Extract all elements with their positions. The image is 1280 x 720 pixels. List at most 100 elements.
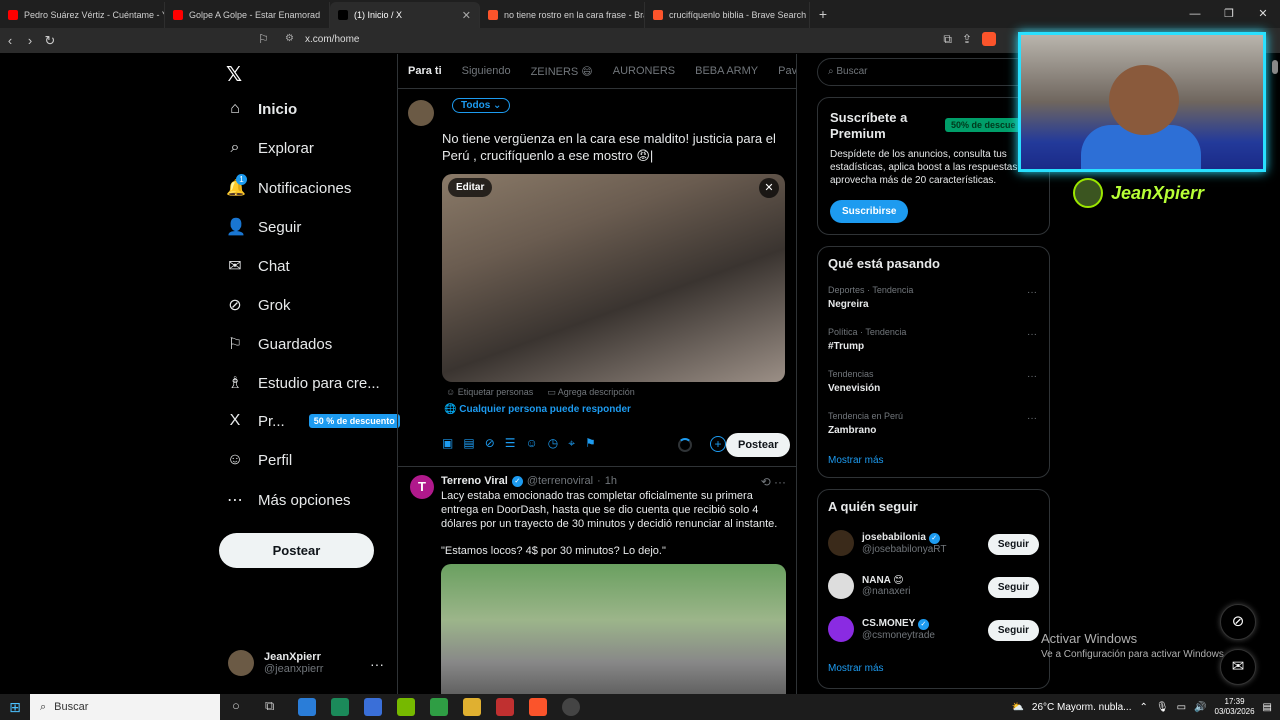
poll-icon[interactable]: ☰: [505, 436, 516, 451]
follow-suggestion[interactable]: josebabilonia ✓ @josebabilonyaRT: [828, 530, 946, 556]
folder-icon[interactable]: [463, 698, 481, 716]
trend-item[interactable]: Deportes · Tendencia Negreira: [828, 285, 913, 310]
nav-item-grok[interactable]: ⊘ Grok: [226, 295, 290, 315]
nav-item-seguir[interactable]: 👤 Seguir: [226, 217, 301, 237]
nav-item-pr[interactable]: X Pr... 50 % de descuento: [226, 412, 400, 430]
nav-item-explorar[interactable]: ⌕ Explorar: [226, 139, 314, 157]
account-more-icon[interactable]: ···: [370, 656, 384, 672]
tag-people-link[interactable]: ☺ Etiquetar personas: [446, 387, 533, 398]
nav-item-inicio[interactable]: ⌂ Inicio: [226, 100, 297, 118]
tweet-more-icon[interactable]: ⟲ ···: [761, 475, 786, 489]
taskbar-search[interactable]: ⌕ Buscar: [30, 694, 220, 720]
remove-media-button[interactable]: ✕: [759, 178, 779, 198]
nav-item-más-opciones[interactable]: ⋯ Más opciones: [226, 490, 351, 510]
show-more-trends[interactable]: Mostrar más: [828, 455, 884, 466]
follow-button[interactable]: Seguir: [987, 534, 1039, 555]
brave-taskbar-icon[interactable]: [529, 698, 547, 716]
minimize-button[interactable]: —: [1178, 0, 1212, 28]
volume-icon[interactable]: 🔊: [1194, 702, 1206, 713]
messages-fab-icon[interactable]: ✉: [1220, 649, 1256, 685]
trend-item[interactable]: Política · Tendencia #Trump: [828, 327, 906, 352]
close-tab-icon[interactable]: ✕: [462, 9, 471, 22]
follow-suggestion[interactable]: CS.MONEY ✓ @csmoneytrade: [828, 616, 935, 642]
nav-item-estudio-para-cre[interactable]: ♗ Estudio para cre...: [226, 373, 380, 393]
feed-tab[interactable]: ZEINERS 😄: [521, 65, 603, 78]
clock[interactable]: 17:39 03/03/2026: [1215, 697, 1255, 717]
feed-tab[interactable]: AURONERS: [603, 65, 685, 77]
app-icon[interactable]: [430, 698, 448, 716]
follow-button[interactable]: Seguir: [987, 620, 1039, 641]
post-button[interactable]: Postear: [219, 533, 374, 568]
grok-compose-icon[interactable]: ⊘: [485, 436, 495, 451]
tweet-avatar[interactable]: T: [410, 475, 434, 499]
trend-item[interactable]: Tendencias Venevisión: [828, 369, 880, 394]
weather-icon[interactable]: ⛅: [1011, 702, 1023, 713]
app-icon[interactable]: [298, 698, 316, 716]
nav-item-guardados[interactable]: ⚐ Guardados: [226, 334, 332, 354]
browser-tab[interactable]: (1) Inicio / X ✕: [330, 2, 480, 28]
open-in-window-icon[interactable]: ⧉: [943, 32, 952, 47]
add-description-link[interactable]: ▭ Agrega descripción: [547, 387, 635, 398]
feed-tab[interactable]: BEBA ARMY: [685, 65, 768, 77]
network-icon[interactable]: ▭: [1177, 702, 1186, 713]
weather-text[interactable]: 26°C Mayorm. nubla...: [1032, 702, 1132, 713]
browser-tab[interactable]: crucifíquenlo biblia - Brave Search: [645, 2, 810, 28]
task-view-icon[interactable]: ⧉: [265, 698, 283, 716]
image-icon[interactable]: ▣: [442, 436, 453, 451]
scrollbar-thumb[interactable]: [1272, 60, 1278, 74]
app-icon[interactable]: [496, 698, 514, 716]
add-thread-button[interactable]: +: [710, 436, 726, 452]
obs-icon[interactable]: [562, 698, 580, 716]
back-button[interactable]: ‹: [0, 33, 20, 48]
feed-tab[interactable]: Siguiendo: [452, 65, 521, 77]
trend-more-icon[interactable]: ···: [1027, 329, 1037, 340]
nav-item-notificaciones[interactable]: 🔔 Notificaciones 1: [226, 174, 351, 198]
notifications-center-icon[interactable]: ▤: [1263, 702, 1272, 713]
audience-selector[interactable]: Todos ⌄: [452, 98, 511, 113]
reload-button[interactable]: ↻: [40, 33, 60, 49]
feed-tab[interactable]: Para ti: [398, 65, 452, 77]
tweet-author-name[interactable]: Terreno Viral: [441, 475, 508, 487]
mic-icon[interactable]: 🎙: [1156, 702, 1169, 713]
flag-icon[interactable]: ⚑: [585, 436, 596, 451]
restore-button[interactable]: ❐: [1212, 0, 1246, 28]
site-info-icon[interactable]: ⚙: [285, 33, 294, 44]
location-icon[interactable]: ⌖: [568, 436, 575, 451]
nav-item-perfil[interactable]: ☺ Perfil: [226, 451, 292, 469]
follow-suggestion[interactable]: NANA 😊 @nanaxeri: [828, 573, 911, 599]
trend-more-icon[interactable]: ···: [1027, 287, 1037, 298]
show-more-follow[interactable]: Mostrar más: [828, 663, 884, 674]
windows-start-icon[interactable]: ⊞: [0, 699, 30, 716]
nvidia-icon[interactable]: [397, 698, 415, 716]
trend-more-icon[interactable]: ···: [1027, 413, 1037, 424]
browser-tab[interactable]: Pedro Suárez Vértiz - Cuéntame - Yo: [0, 2, 165, 28]
composer-post-button[interactable]: Postear: [726, 433, 791, 457]
bookmark-page-icon[interactable]: ⚐: [258, 32, 269, 46]
tweet-media[interactable]: [441, 564, 786, 694]
reply-setting[interactable]: 🌐 Cualquier persona puede responder: [444, 404, 631, 415]
tray-chevron-icon[interactable]: ⌃: [1140, 702, 1148, 713]
follow-button[interactable]: Seguir: [987, 577, 1039, 598]
composer-textarea[interactable]: No tiene vergüenza en la cara ese maldit…: [442, 130, 792, 164]
tweet[interactable]: T Terreno Viral ✓ @terrenoviral · 1h ⟲ ·…: [398, 466, 796, 694]
cortana-icon[interactable]: ○: [232, 698, 250, 716]
emoji-icon[interactable]: ☺: [526, 436, 538, 451]
trend-more-icon[interactable]: ···: [1027, 371, 1037, 382]
brave-shields-icon[interactable]: [982, 32, 996, 46]
share-icon[interactable]: ⇪: [962, 32, 972, 47]
browser-tab[interactable]: no tiene rostro en la cara frase - Bra: [480, 2, 645, 28]
grok-fab-icon[interactable]: ⊘: [1220, 604, 1256, 640]
forward-button[interactable]: ›: [20, 33, 40, 48]
new-tab-button[interactable]: +: [810, 6, 836, 22]
trend-item[interactable]: Tendencia en Perú Zambrano: [828, 411, 903, 436]
url-field[interactable]: x.com/home: [305, 34, 359, 45]
gif-icon[interactable]: ▤: [463, 436, 474, 451]
nav-item-chat[interactable]: ✉ Chat: [226, 256, 289, 276]
close-window-button[interactable]: ✕: [1246, 0, 1280, 28]
edit-media-button[interactable]: Editar: [448, 178, 493, 197]
mail-app-icon[interactable]: [364, 698, 382, 716]
search-input[interactable]: ⌕ Buscar: [817, 58, 1049, 86]
feed-tab[interactable]: Pavo Ra: [768, 65, 796, 77]
subscribe-button[interactable]: Suscribirse: [830, 200, 909, 223]
account-switcher[interactable]: JeanXpierr @jeanxpierr: [228, 650, 323, 676]
